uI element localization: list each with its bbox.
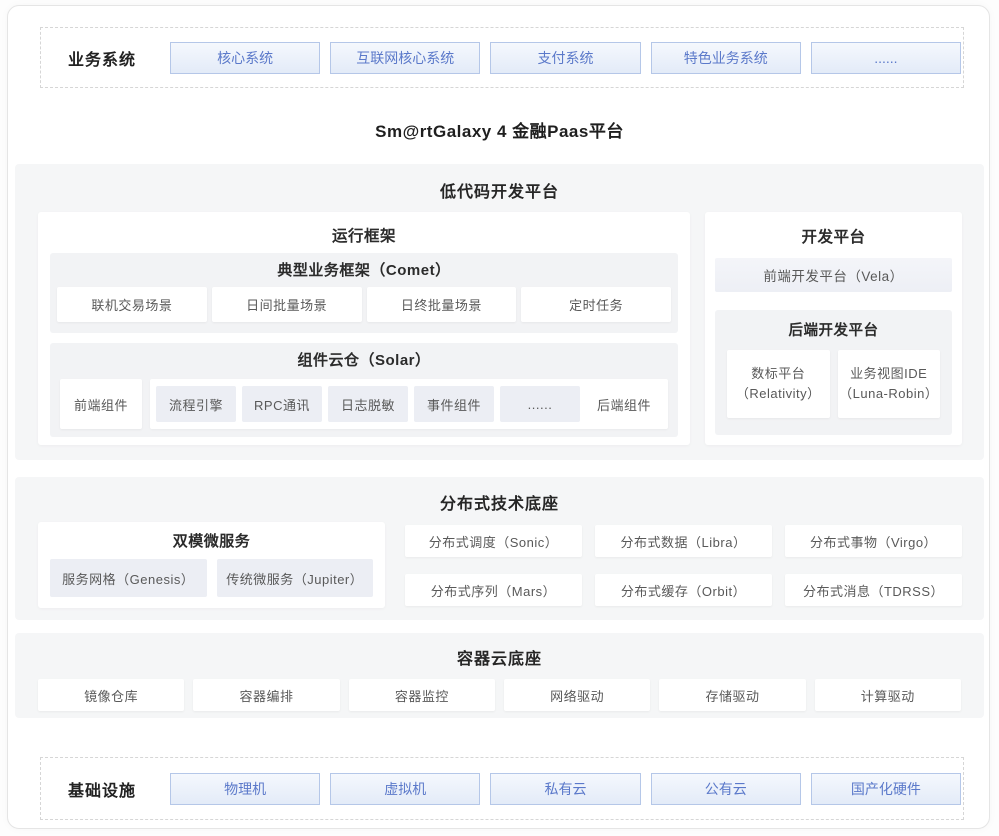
solar-items-row: 前端组件 流程引擎 RPC通讯 日志脱敏 事件组件 ...... 后端组件	[60, 379, 668, 429]
distributed-item: 分布式数据（Libra）	[595, 525, 772, 557]
distributed-base-panel: 分布式技术底座 双模微服务 服务网格（Genesis） 传统微服务（Jupite…	[15, 477, 984, 620]
distributed-item: 分布式事物（Virgo）	[785, 525, 962, 557]
dual-mode-item: 传统微服务（Jupiter）	[217, 559, 374, 597]
business-system-item: ......	[811, 42, 961, 74]
distributed-base-title: 分布式技术底座	[15, 477, 984, 514]
distributed-grid: 分布式调度（Sonic） 分布式数据（Libra） 分布式事物（Virgo） 分…	[405, 525, 962, 606]
backend-dev-boxes: 数标平台 （Relativity） 业务视图IDE （Luna-Robin）	[727, 350, 940, 418]
infrastructure-boxes: 物理机 虚拟机 私有云 公有云 国产化硬件	[170, 773, 961, 805]
business-system-item: 特色业务系统	[651, 42, 801, 74]
low-code-platform-panel: 低代码开发平台 运行框架 典型业务框架（Comet） 联机交易场景 日间批量场景…	[15, 164, 984, 460]
dev-platform-panel: 开发平台 前端开发平台（Vela） 后端开发平台 数标平台 （Relativit…	[705, 212, 962, 445]
infrastructure-item: 物理机	[170, 773, 320, 805]
solar-chip: 流程引擎	[156, 386, 236, 422]
comet-items-row: 联机交易场景 日间批量场景 日终批量场景 定时任务	[57, 287, 671, 322]
infrastructure-label: 基础设施	[68, 777, 142, 801]
solar-chip: 日志脱敏	[328, 386, 408, 422]
comet-title: 典型业务框架（Comet）	[50, 253, 678, 280]
comet-item: 日终批量场景	[367, 287, 517, 322]
solar-back-item: 后端组件	[586, 395, 662, 414]
solar-front-item: 前端组件	[60, 379, 142, 429]
comet-item: 定时任务	[521, 287, 671, 322]
backend-dev-item-line2: （Relativity）	[736, 384, 821, 404]
container-item: 计算驱动	[815, 679, 961, 711]
distributed-item: 分布式调度（Sonic）	[405, 525, 582, 557]
vela-item: 前端开发平台（Vela）	[715, 258, 952, 292]
dual-mode-item: 服务网格（Genesis）	[50, 559, 207, 597]
solar-chip: ......	[500, 386, 580, 422]
dual-mode-panel: 双模微服务 服务网格（Genesis） 传统微服务（Jupiter）	[38, 522, 385, 608]
backend-dev-title: 后端开发平台	[715, 310, 952, 340]
infrastructure-item: 私有云	[490, 773, 640, 805]
business-system-item: 互联网核心系统	[330, 42, 480, 74]
business-systems-band: 业务系统 核心系统 互联网核心系统 支付系统 特色业务系统 ......	[40, 27, 964, 88]
solar-chip: 事件组件	[414, 386, 494, 422]
solar-strip: 流程引擎 RPC通讯 日志脱敏 事件组件 ...... 后端组件	[150, 379, 668, 429]
backend-dev-panel: 后端开发平台 数标平台 （Relativity） 业务视图IDE （Luna-R…	[715, 310, 952, 435]
architecture-diagram: 业务系统 核心系统 互联网核心系统 支付系统 特色业务系统 ...... Sm@…	[0, 0, 999, 836]
page-title: Sm@rtGalaxy 4 金融Paas平台	[0, 117, 999, 142]
solar-title: 组件云仓（Solar）	[50, 343, 678, 370]
infrastructure-item: 国产化硬件	[811, 773, 961, 805]
distributed-item: 分布式序列（Mars）	[405, 574, 582, 606]
business-system-item: 核心系统	[170, 42, 320, 74]
container-item: 容器编排	[193, 679, 339, 711]
runtime-framework-panel: 运行框架 典型业务框架（Comet） 联机交易场景 日间批量场景 日终批量场景 …	[38, 212, 690, 445]
container-base-panel: 容器云底座 镜像仓库 容器编排 容器监控 网络驱动 存储驱动 计算驱动	[15, 633, 984, 718]
infrastructure-band: 基础设施 物理机 虚拟机 私有云 公有云 国产化硬件	[40, 757, 964, 820]
backend-dev-item-line1: 业务视图IDE	[850, 364, 927, 384]
container-base-title: 容器云底座	[15, 633, 984, 669]
solar-panel: 组件云仓（Solar） 前端组件 流程引擎 RPC通讯 日志脱敏 事件组件 ..…	[50, 343, 678, 437]
business-system-item: 支付系统	[490, 42, 640, 74]
container-item: 容器监控	[349, 679, 495, 711]
backend-dev-item: 业务视图IDE （Luna-Robin）	[838, 350, 941, 418]
backend-dev-item-line1: 数标平台	[751, 364, 805, 384]
low-code-platform-title: 低代码开发平台	[15, 164, 984, 202]
infrastructure-item: 公有云	[651, 773, 801, 805]
container-item: 存储驱动	[659, 679, 805, 711]
dev-platform-title: 开发平台	[705, 212, 962, 247]
comet-panel: 典型业务框架（Comet） 联机交易场景 日间批量场景 日终批量场景 定时任务	[50, 253, 678, 333]
dual-mode-chips: 服务网格（Genesis） 传统微服务（Jupiter）	[50, 559, 373, 597]
infrastructure-item: 虚拟机	[330, 773, 480, 805]
backend-dev-item-line2: （Luna-Robin）	[839, 384, 938, 404]
container-item: 镜像仓库	[38, 679, 184, 711]
backend-dev-item: 数标平台 （Relativity）	[727, 350, 830, 418]
container-items-row: 镜像仓库 容器编排 容器监控 网络驱动 存储驱动 计算驱动	[38, 679, 961, 711]
solar-chip: RPC通讯	[242, 386, 322, 422]
dual-mode-title: 双模微服务	[38, 522, 385, 551]
business-systems-boxes: 核心系统 互联网核心系统 支付系统 特色业务系统 ......	[170, 42, 961, 74]
comet-item: 联机交易场景	[57, 287, 207, 322]
distributed-item: 分布式消息（TDRSS）	[785, 574, 962, 606]
distributed-item: 分布式缓存（Orbit）	[595, 574, 772, 606]
comet-item: 日间批量场景	[212, 287, 362, 322]
business-systems-label: 业务系统	[68, 46, 142, 70]
runtime-framework-title: 运行框架	[38, 212, 690, 246]
container-item: 网络驱动	[504, 679, 650, 711]
